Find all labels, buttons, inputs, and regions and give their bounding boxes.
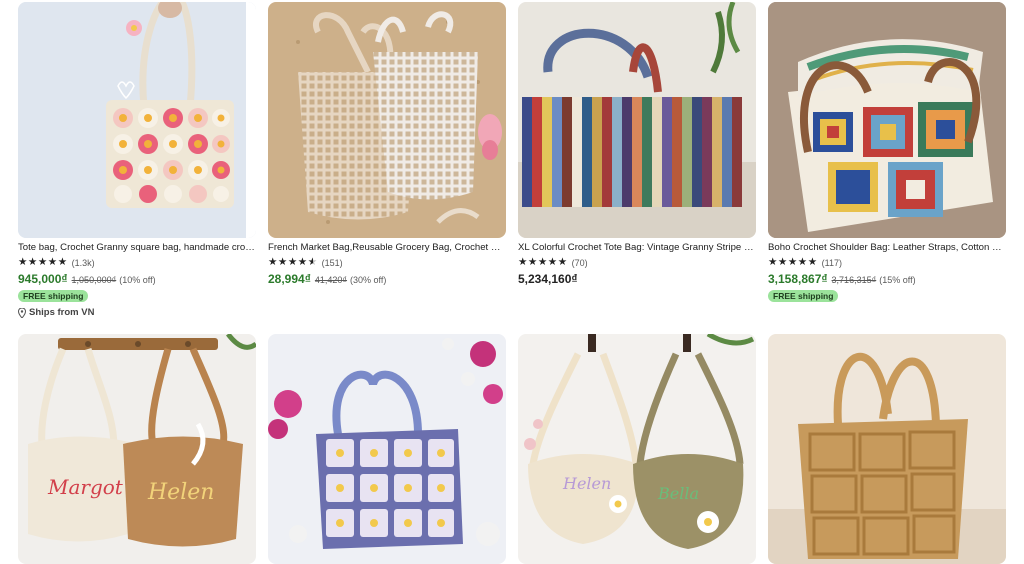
listing-card[interactable]: Tote bag, Crochet Granny square bag, han…	[18, 2, 256, 318]
woven-straw-tote-image	[768, 334, 1006, 564]
rating: ★ ★ ★ ★ ★ (151)	[268, 257, 506, 268]
price-line: 5,234,160₫	[518, 272, 756, 286]
listing-card[interactable]: Helen Bella	[518, 334, 756, 564]
ships-from-label: Ships from VN	[29, 307, 95, 318]
sale-price: 945,000₫	[18, 272, 68, 286]
price: 5,234,160₫	[518, 272, 578, 286]
rating-count: (117)	[821, 257, 842, 268]
mesh-market-bag-image	[268, 2, 506, 238]
rating-count: (1.3k)	[71, 257, 95, 268]
free-shipping-badge: FREE shipping	[18, 290, 89, 302]
embroidered-name-bella: Bella	[657, 484, 699, 503]
discount-label: (10% off)	[119, 275, 156, 285]
star-rating-icon: ★ ★ ★ ★ ★	[18, 256, 68, 268]
listing-image[interactable]: Margot Helen	[18, 334, 256, 564]
rating: ★ ★ ★ ★ ★ (117)	[768, 257, 1006, 268]
embroidered-name-helen: Helen	[147, 480, 214, 505]
listing-image[interactable]	[518, 2, 756, 238]
rating: ★ ★ ★ ★ ★ (1.3k)	[18, 257, 256, 268]
rating-count: (70)	[571, 257, 588, 268]
rating: ★ ★ ★ ★ ★ (70)	[518, 257, 756, 268]
price-line: 3,158,867₫ 3,716,315₫ (15% off)	[768, 272, 1006, 286]
price-line: 28,994₫ 41,420₫ (30% off)	[268, 272, 506, 286]
embroidered-name-helen: Helen	[562, 474, 611, 493]
sale-price: 3,158,867₫	[768, 272, 828, 286]
listing-title[interactable]: XL Colorful Crochet Tote Bag: Vintage Gr…	[518, 242, 756, 254]
original-price: 1,050,000₫	[71, 275, 117, 285]
boho-shoulder-bag-image	[768, 2, 1006, 238]
listing-image[interactable]	[268, 2, 506, 238]
listing-card[interactable]: Boho Crochet Shoulder Bag: Leather Strap…	[768, 2, 1006, 304]
listing-image[interactable]	[268, 334, 506, 564]
ships-from: Ships from VN	[18, 307, 256, 318]
listing-image[interactable]	[768, 2, 1006, 238]
star-rating-icon: ★ ★ ★ ★ ★	[518, 256, 568, 268]
original-price: 3,716,315₫	[831, 275, 877, 285]
embroidered-name-margot: Margot	[47, 475, 124, 499]
discount-label: (15% off)	[879, 275, 916, 285]
sale-price: 28,994₫	[268, 272, 311, 286]
embroidered-hobo-bags-image: Helen Bella	[518, 334, 756, 564]
personalized-mesh-bags-image: Margot Helen	[18, 334, 256, 564]
listing-image[interactable]	[18, 2, 256, 238]
listing-card[interactable]: French Market Bag,Reusable Grocery Bag, …	[268, 2, 506, 286]
striped-tote-image	[518, 2, 756, 238]
free-shipping-badge: FREE shipping	[768, 290, 839, 302]
listing-image[interactable]: Helen Bella	[518, 334, 756, 564]
listing-title[interactable]: Boho Crochet Shoulder Bag: Leather Strap…	[768, 242, 1006, 254]
listing-title[interactable]: Tote bag, Crochet Granny square bag, han…	[18, 242, 256, 254]
listing-card[interactable]: XL Colorful Crochet Tote Bag: Vintage Gr…	[518, 2, 756, 286]
star-rating-icon: ★ ★ ★ ★ ★	[268, 256, 318, 268]
rating-count: (151)	[321, 257, 343, 268]
listing-card[interactable]	[268, 334, 506, 564]
discount-label: (30% off)	[350, 275, 387, 285]
listing-card[interactable]: Margot Helen	[18, 334, 256, 564]
price-line: 945,000₫ 1,050,000₫ (10% off)	[18, 272, 256, 286]
purple-granny-tote-image	[268, 334, 506, 564]
listing-card[interactable]	[768, 334, 1006, 564]
listing-title[interactable]: French Market Bag,Reusable Grocery Bag, …	[268, 242, 506, 254]
granny-square-tote-image	[18, 2, 256, 238]
star-rating-icon: ★ ★ ★ ★ ★	[768, 256, 818, 268]
original-price: 41,420₫	[314, 275, 348, 285]
location-pin-icon	[18, 307, 26, 318]
listing-image[interactable]	[768, 334, 1006, 564]
